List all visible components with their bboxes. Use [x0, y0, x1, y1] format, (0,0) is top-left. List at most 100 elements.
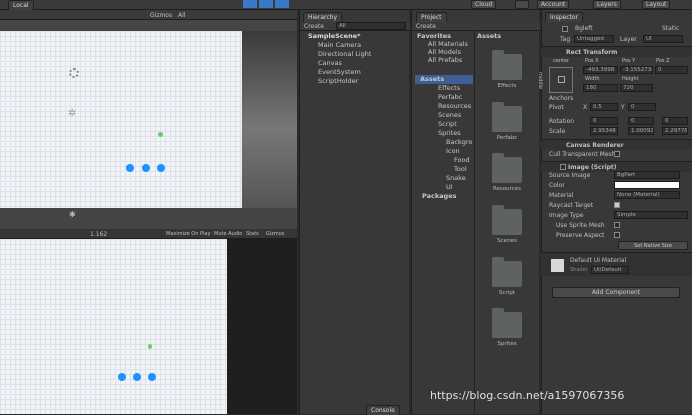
canvas-renderer-title: Canvas Renderer	[566, 142, 624, 149]
asset-tree-item[interactable]: Perfabc	[438, 93, 462, 102]
scale-y-field[interactable]: 1.00092	[628, 127, 654, 135]
inspector-tab[interactable]: Inspector	[545, 12, 583, 22]
anchor-preset-icon[interactable]	[549, 67, 573, 93]
layer-label: Layer	[620, 36, 637, 43]
width-label: Width	[585, 76, 600, 82]
preserve-aspect-checkbox[interactable]	[614, 232, 620, 238]
image-enabled-checkbox[interactable]	[560, 164, 566, 170]
hierarchy-create-button[interactable]: Create	[304, 23, 324, 30]
asset-tree-item[interactable]: Tool	[454, 165, 467, 174]
pivot-label: Pivot	[549, 104, 564, 111]
source-image-field[interactable]: BgPart	[614, 171, 680, 179]
cloud-icon[interactable]	[515, 0, 529, 9]
add-component-button[interactable]: Add Component	[552, 287, 680, 298]
layer-dropdown[interactable]: UI	[643, 35, 683, 43]
folder-label: Effects	[497, 83, 517, 89]
scene-view[interactable]: Gizmos All ✲ ✱	[0, 10, 297, 229]
folder-icon[interactable]	[492, 257, 522, 287]
gizmos-menu[interactable]: Gizmos	[150, 12, 172, 19]
cloud-button[interactable]: Cloud	[471, 0, 497, 9]
asset-tree-item[interactable]: Snake	[446, 174, 466, 183]
asset-tree-item[interactable]: Effects	[438, 84, 460, 93]
stats-toggle[interactable]: Stats	[246, 231, 259, 237]
folder-icon[interactable]	[492, 50, 522, 80]
cull-transparent-label: Cull Transparent Mesh	[549, 151, 616, 158]
width-field[interactable]: 180	[583, 84, 618, 92]
folder-label: Script	[499, 290, 515, 296]
folder-icon[interactable]	[492, 308, 522, 338]
folder-icon[interactable]	[492, 153, 522, 183]
scene-tab[interactable]: Local	[8, 0, 34, 10]
hierarchy-search-input[interactable]: All	[336, 22, 406, 30]
project-tab[interactable]: Project	[416, 12, 447, 22]
hierarchy-item[interactable]: Directional Light	[318, 50, 371, 59]
rot-y-field[interactable]: 0	[628, 117, 654, 125]
rot-x-field[interactable]: 0	[590, 117, 618, 125]
pause-button[interactable]	[259, 0, 273, 8]
use-sprite-mesh-label: Use Sprite Mesh	[556, 222, 605, 229]
scene-root[interactable]: SampleScene*	[308, 32, 361, 41]
shader-dropdown[interactable]: UI/Default	[591, 266, 629, 274]
pos-y-field[interactable]: -3.155273e	[620, 66, 653, 74]
material-field[interactable]: None (Material)	[614, 191, 680, 199]
maximize-on-play-toggle[interactable]: Maximize On Play	[166, 231, 210, 237]
anchor-v-label: middle	[537, 72, 543, 90]
height-field[interactable]: 720	[620, 84, 653, 92]
assets-node[interactable]: Assets	[415, 75, 473, 84]
active-checkbox[interactable]	[562, 26, 568, 32]
favorite-item[interactable]: All Prefabs	[428, 56, 462, 65]
asset-tree-item[interactable]: UI	[446, 183, 453, 192]
game-canvas-area	[0, 239, 227, 414]
project-divider	[474, 31, 475, 414]
raycast-target-label: Raycast Target	[549, 202, 594, 209]
asset-tree-item[interactable]: Script	[438, 120, 457, 129]
asset-tree-item[interactable]: Sprites	[438, 129, 461, 138]
cull-transparent-checkbox[interactable]	[614, 151, 620, 157]
rot-z-field[interactable]: 0	[662, 117, 688, 125]
rect-transform-title: Rect Transform	[566, 49, 618, 56]
asset-tree-item[interactable]: Icon	[446, 147, 460, 156]
canvas-renderer-header[interactable]: Canvas Renderer	[541, 139, 692, 150]
pos-x-field[interactable]: -493.3998	[583, 66, 618, 74]
asset-tree-item[interactable]: Scenes	[438, 111, 461, 120]
rect-transform-header[interactable]: Rect Transform	[541, 46, 692, 57]
scene-search[interactable]: All	[178, 12, 185, 19]
pivot-x-field[interactable]: 0.5	[590, 103, 618, 111]
color-swatch[interactable]	[614, 181, 680, 189]
pivot-y-field[interactable]: 0	[628, 103, 656, 111]
hierarchy-item[interactable]: EventSystem	[318, 68, 361, 77]
hierarchy-item[interactable]: Main Camera	[318, 41, 361, 50]
account-dropdown[interactable]: Account	[537, 0, 570, 9]
step-button[interactable]	[275, 0, 289, 8]
static-toggle[interactable]: Static	[662, 25, 679, 32]
packages-node[interactable]: Packages	[422, 192, 456, 201]
anchors-foldout[interactable]: Anchors	[549, 95, 573, 102]
folder-label: Sprites	[497, 341, 517, 347]
folder-icon[interactable]	[492, 102, 522, 132]
layers-dropdown[interactable]: Layers	[593, 0, 621, 9]
image-type-dropdown[interactable]: Simple	[614, 211, 688, 219]
layout-dropdown[interactable]: Layout	[642, 0, 671, 9]
play-button[interactable]	[243, 0, 257, 8]
pos-z-field[interactable]: 0	[655, 66, 688, 74]
mute-audio-toggle[interactable]: Mute Audio	[214, 231, 242, 237]
material-preview-section: Default UI Material Shader UI/Default	[541, 252, 692, 276]
hierarchy-tab[interactable]: Hierarchy	[303, 12, 343, 22]
compass-gizmo-icon: ✱	[69, 210, 76, 219]
asset-tree-item[interactable]: Resources	[438, 102, 471, 111]
folder-icon[interactable]	[492, 205, 522, 235]
scale-x-field[interactable]: 2.95348	[590, 127, 618, 135]
scale-z-field[interactable]: 2.29776	[662, 127, 688, 135]
asset-tree-item[interactable]: Backgro	[446, 138, 472, 147]
set-native-size-button[interactable]: Set Native Size	[618, 241, 688, 250]
hierarchy-item[interactable]: Canvas	[318, 59, 342, 68]
game-view[interactable]	[0, 239, 297, 414]
game-gizmos-menu[interactable]: Gizmos	[266, 231, 284, 237]
raycast-target-checkbox[interactable]	[614, 202, 620, 208]
project-create-button[interactable]: Create	[416, 23, 436, 30]
scene-view-toolbar: Gizmos All	[0, 10, 297, 20]
use-sprite-mesh-checkbox[interactable]	[614, 222, 620, 228]
hierarchy-item[interactable]: ScriptHolder	[318, 77, 358, 86]
tag-dropdown[interactable]: Untagged	[574, 35, 614, 43]
asset-tree-item[interactable]: Food	[454, 156, 470, 165]
